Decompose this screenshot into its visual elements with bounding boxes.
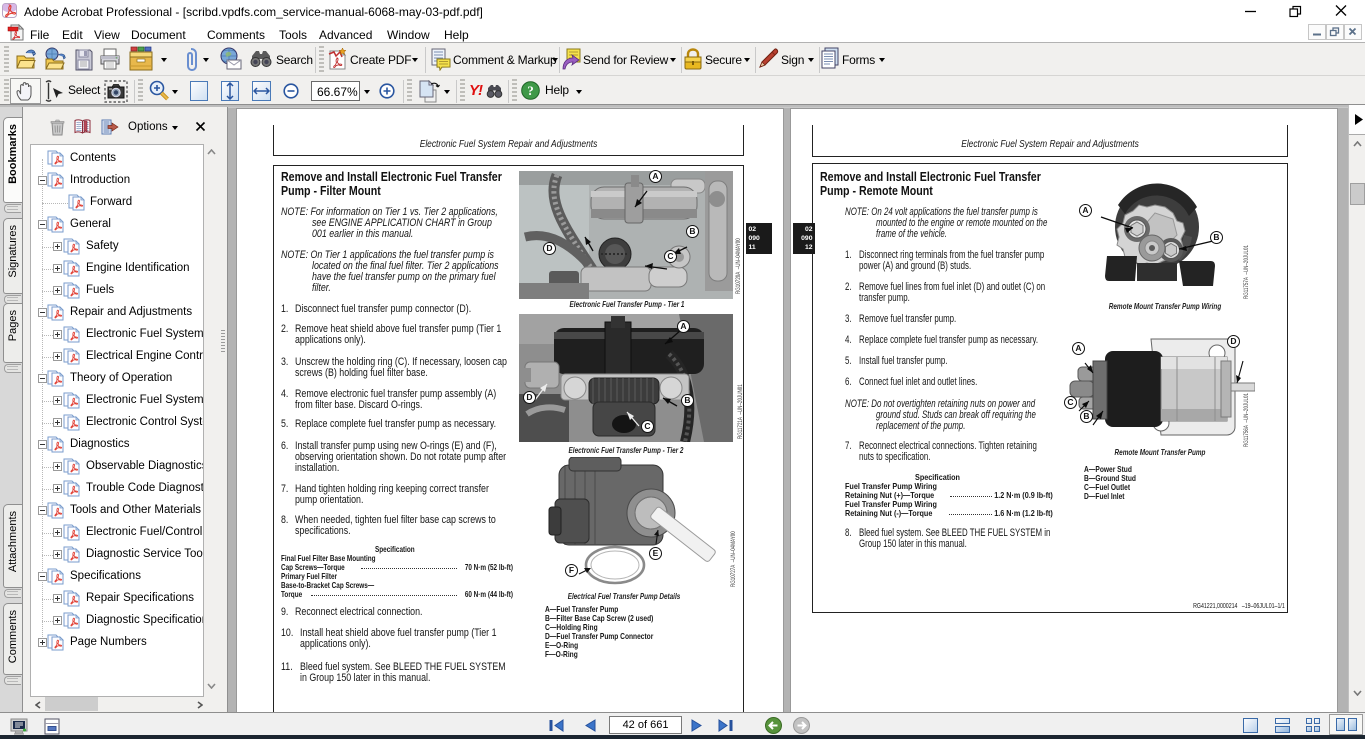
svg-text:?: ?: [527, 83, 534, 98]
